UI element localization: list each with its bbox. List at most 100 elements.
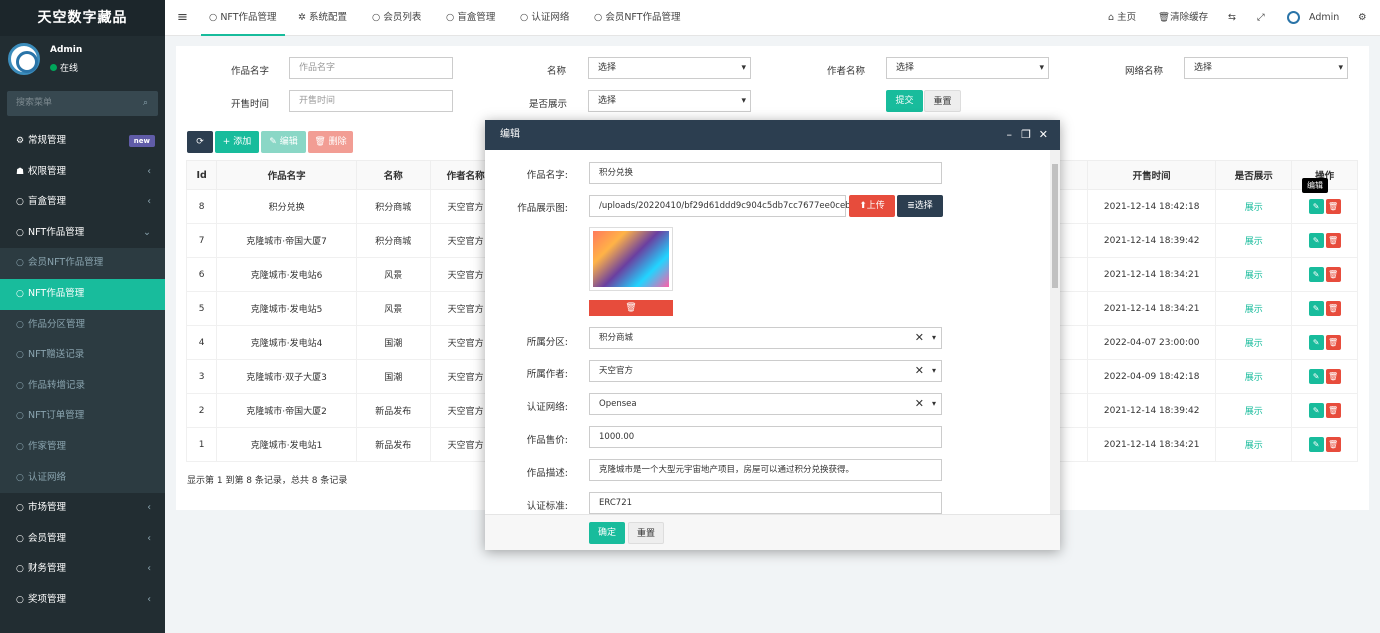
modal-reset-button[interactable]: 重置 [628, 522, 664, 544]
filter-name-input[interactable]: 作品名字 [289, 57, 453, 79]
description-input[interactable]: 克隆城市是一个大型元宇宙地产项目，房屋可以通过积分兑换获得。 [589, 459, 942, 481]
caret-down-icon[interactable]: ▾ [932, 328, 936, 348]
edit-icon[interactable]: ✎ [1308, 369, 1324, 384]
sidebar-item-15[interactable]: ○ 奖项管理 ‹ [0, 585, 165, 616]
sidebar-item-5[interactable]: ○ NFT作品管理 [0, 278, 165, 310]
sidebar-item-7[interactable]: ○ NFT赠送记录 [0, 340, 165, 371]
edit-icon[interactable]: ✎ [1308, 267, 1324, 282]
filter-time-input[interactable]: 开售时间 [289, 90, 453, 112]
sidebar-item-9[interactable]: ○ NFT订单管理 [0, 401, 165, 432]
tab-nft-works[interactable]: ○ NFT作品管理 [201, 0, 285, 36]
sidebar-item-10[interactable]: ○ 作家管理 [0, 431, 165, 463]
delete-icon[interactable]: 🗑 [1325, 301, 1341, 316]
delete-icon[interactable]: 🗑 [1325, 369, 1341, 384]
submit-button[interactable]: 提交 [886, 90, 923, 112]
scrollbar-thumb[interactable] [1052, 164, 1058, 288]
home-link[interactable]: ⌂ 主页 [1108, 0, 1136, 36]
filter-network-select[interactable]: 选择 [1184, 57, 1348, 79]
table-cell: 2021-12-14 18:42:18 [1086, 189, 1217, 224]
tab-member-nft[interactable]: ○ 会员NFT作品管理 [594, 0, 681, 36]
refresh-button[interactable]: ⟳ [187, 131, 213, 153]
network-value: Opensea [599, 399, 637, 409]
fullscreen-icon[interactable]: ⤢ [1257, 0, 1265, 36]
upload-button[interactable]: ⬆上传 [849, 195, 895, 217]
menu-toggle-icon[interactable]: ≡ [177, 0, 188, 36]
clear-icon[interactable]: ✕ [915, 394, 924, 414]
col-sale-time[interactable]: 开售时间 [1086, 160, 1217, 190]
modal-title: 编辑 [500, 129, 520, 140]
zone-select[interactable]: 积分商城 ✕ ▾ [589, 327, 942, 349]
table-cell: 积分商城 [355, 223, 431, 258]
choose-button[interactable]: ≣选择 [897, 195, 943, 217]
tab-blindbox[interactable]: ○ 盲盒管理 [446, 0, 495, 36]
filter-name-label: 作品名字 [231, 66, 270, 77]
table-cell: 克隆城市·帝国大厦7 [216, 223, 357, 258]
edit-tooltip: 编辑 [1302, 178, 1328, 193]
work-name-input[interactable]: 积分兑换 [589, 162, 942, 184]
caret-down-icon[interactable]: ▾ [932, 394, 936, 414]
col-title[interactable]: 名称 [355, 160, 431, 190]
sidebar-item-14[interactable]: ○ 财务管理 ‹ [0, 554, 165, 585]
sidebar-item-8[interactable]: ○ 作品转增记录 [0, 370, 165, 402]
network-select[interactable]: Opensea ✕ ▾ [589, 393, 942, 415]
edit-icon[interactable]: ✎ [1308, 301, 1324, 316]
delete-button[interactable]: 🗑 删除 [308, 131, 353, 153]
reset-button[interactable]: 重置 [924, 90, 961, 112]
tab-system-config[interactable]: ✲ 系统配置 [298, 0, 347, 36]
delete-image-icon[interactable]: 🗑 [589, 300, 673, 316]
edit-icon[interactable]: ✎ [1308, 437, 1324, 452]
col-display[interactable]: 是否展示 [1215, 160, 1293, 190]
filter-display-select[interactable]: 选择 [588, 90, 751, 112]
filter-author-select[interactable]: 选择 [886, 57, 1049, 79]
clear-icon[interactable]: ✕ [915, 328, 924, 348]
image-path-input[interactable]: /uploads/20220410/bf29d61ddd9c904c5db7cc… [589, 195, 869, 217]
filter-network-label: 网络名称 [1125, 66, 1164, 77]
delete-icon[interactable]: 🗑 [1325, 437, 1341, 452]
sidebar-item-0[interactable]: ⚙ 常规管理 new [0, 126, 165, 157]
author-select[interactable]: 天空官方 ✕ ▾ [589, 360, 942, 382]
tab-member-list[interactable]: ○ 会员列表 [372, 0, 421, 36]
sidebar-item-12[interactable]: ○ 市场管理 ‹ [0, 493, 165, 524]
search-icon[interactable]: ⌕ [143, 91, 148, 116]
translate-icon[interactable]: ⇆ [1228, 0, 1236, 36]
delete-icon[interactable]: 🗑 [1325, 199, 1341, 214]
sidebar-search-placeholder: 搜索菜单 [16, 98, 53, 108]
settings-gear-icon[interactable]: ⚙ [1358, 0, 1367, 36]
sidebar-item-4[interactable]: ○ 会员NFT作品管理 [0, 248, 165, 279]
sidebar-item-11[interactable]: ○ 认证网络 [0, 462, 165, 494]
sidebar-item-2[interactable]: ○ 盲盒管理 ‹ [0, 187, 165, 218]
table-cell: 克隆城市·发电站5 [216, 291, 357, 326]
col-work-name[interactable]: 作品名字 [216, 160, 357, 190]
minimize-icon[interactable]: – [1007, 120, 1013, 150]
price-input[interactable]: 1000.00 [589, 426, 942, 448]
edit-icon[interactable]: ✎ [1308, 403, 1324, 418]
edit-icon[interactable]: ✎ [1308, 335, 1324, 350]
sidebar-item-label: 会员NFT作品管理 [28, 257, 104, 269]
maximize-icon[interactable]: ❐ [1021, 120, 1031, 150]
caret-down-icon[interactable]: ▾ [932, 361, 936, 381]
confirm-button[interactable]: 确定 [589, 522, 625, 544]
col-id[interactable]: Id [185, 160, 218, 190]
edit-button[interactable]: ✎ 编辑 [261, 131, 306, 153]
delete-icon[interactable]: 🗑 [1325, 335, 1341, 350]
delete-icon[interactable]: 🗑 [1325, 267, 1341, 282]
tab-network[interactable]: ○ 认证网络 [520, 0, 569, 36]
modal-scrollbar[interactable] [1050, 150, 1060, 514]
clear-icon[interactable]: ✕ [915, 361, 924, 381]
edit-icon[interactable]: ✎ [1308, 233, 1324, 248]
sidebar-item-3[interactable]: ○ NFT作品管理 ⌄ [0, 218, 165, 249]
delete-icon[interactable]: 🗑 [1325, 233, 1341, 248]
tab-label: 系统配置 [308, 12, 347, 23]
standard-input[interactable]: ERC721 [589, 492, 942, 514]
filter-title-select[interactable]: 选择 [588, 57, 751, 79]
close-icon[interactable]: ✕ [1039, 120, 1048, 150]
edit-icon[interactable]: ✎ [1308, 199, 1324, 214]
admin-menu[interactable]: Admin [1287, 0, 1339, 36]
delete-icon[interactable]: 🗑 [1325, 403, 1341, 418]
add-button[interactable]: + 添加 [215, 131, 259, 153]
sidebar-item-6[interactable]: ○ 作品分区管理 [0, 309, 165, 341]
sidebar-item-13[interactable]: ○ 会员管理 ‹ [0, 524, 165, 555]
clear-cache-button[interactable]: 🗑清除缓存 [1158, 0, 1208, 36]
sidebar-search-input[interactable]: 搜索菜单 ⌕ [7, 91, 158, 116]
sidebar-item-1[interactable]: ☗ 权限管理 ‹ [0, 157, 165, 188]
